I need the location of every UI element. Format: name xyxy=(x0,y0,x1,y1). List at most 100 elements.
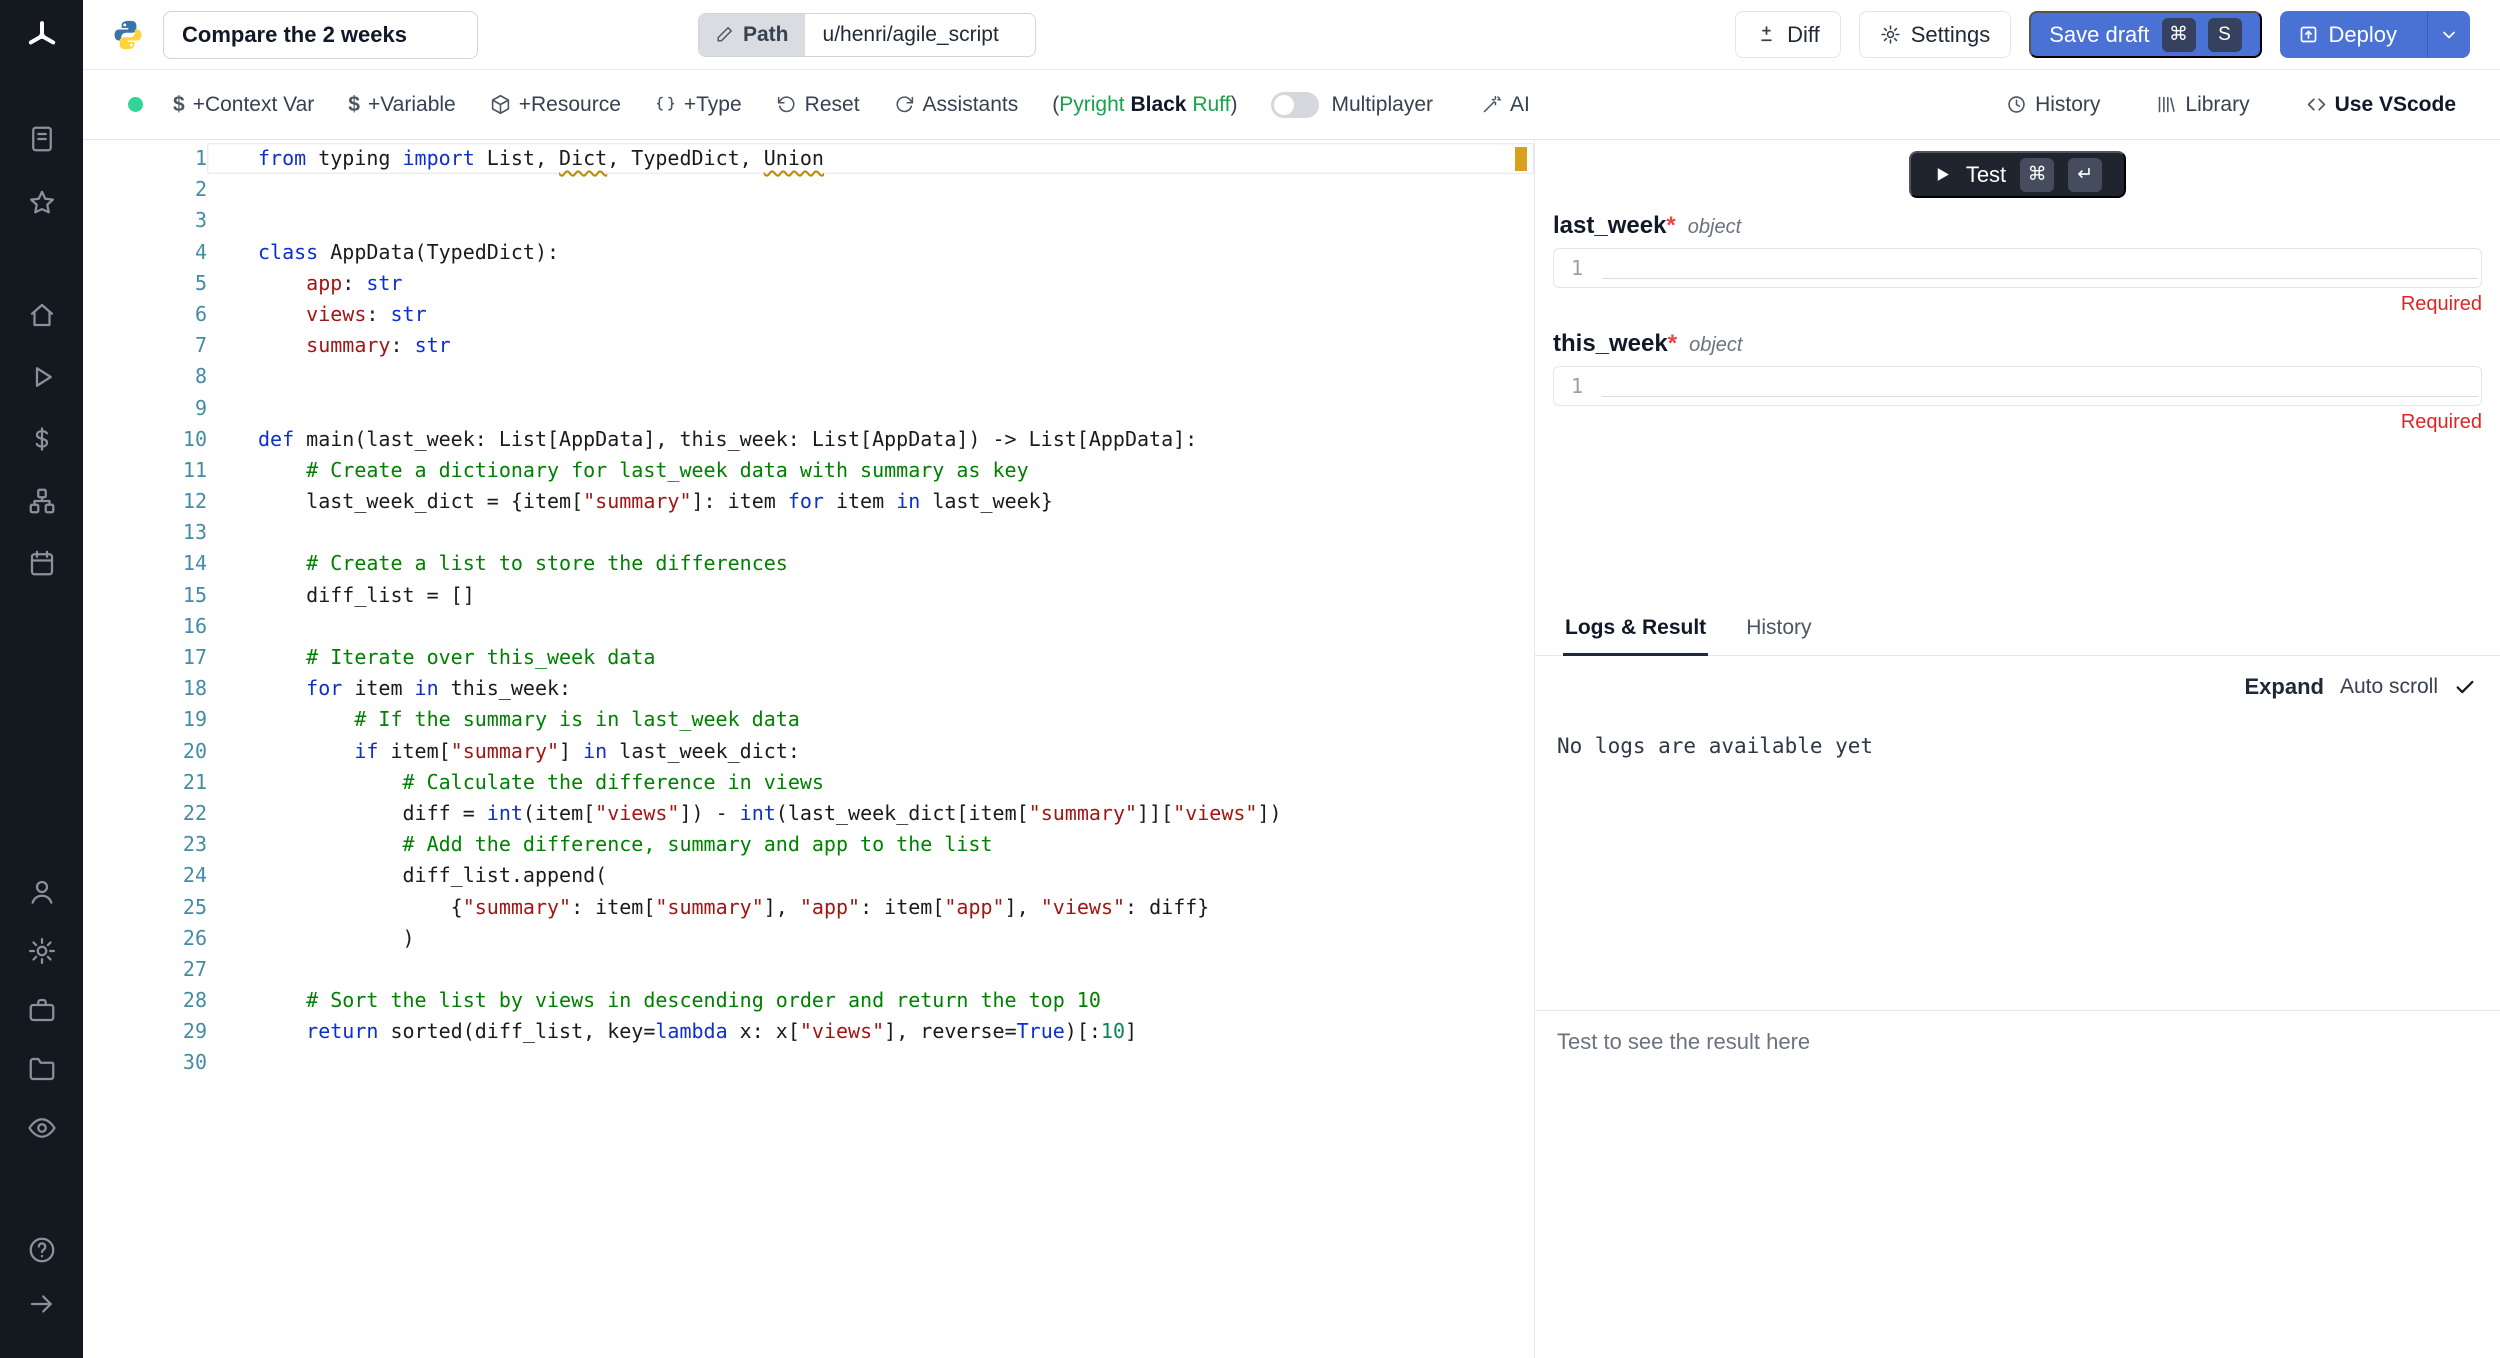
path-label: Path xyxy=(743,23,789,47)
code-line[interactable]: 1from typing import List, Dict, TypedDic… xyxy=(83,143,1534,174)
code-line[interactable]: 29 return sorted(diff_list, key=lambda x… xyxy=(83,1016,1534,1047)
code-line[interactable]: 27 xyxy=(83,954,1534,985)
assistants-button[interactable]: Assistants xyxy=(894,93,1019,117)
code-line[interactable]: 4class AppData(TypedDict): xyxy=(83,237,1534,268)
code-line[interactable]: 14 # Create a list to store the differen… xyxy=(83,548,1534,579)
code-line[interactable]: 13 xyxy=(83,517,1534,548)
expand-button[interactable]: Expand xyxy=(2244,674,2323,700)
code-line[interactable]: 22 diff = int(item["views"]) - int(last_… xyxy=(83,798,1534,829)
deploy-menu-button[interactable] xyxy=(2427,11,2470,58)
diff-label: Diff xyxy=(1787,22,1820,48)
logs-controls: Expand Auto scroll xyxy=(1535,674,2500,700)
save-draft-button[interactable]: Save draft ⌘ S xyxy=(2029,11,2261,58)
add-variable-label: +Variable xyxy=(368,93,456,117)
code-line[interactable]: 20 if item["summary"] in last_week_dict: xyxy=(83,736,1534,767)
add-resource-button[interactable]: +Resource xyxy=(490,93,621,117)
add-variable-button[interactable]: $ +Variable xyxy=(348,93,455,117)
audit-eye-icon[interactable] xyxy=(25,1111,59,1145)
code-editor[interactable]: 1from typing import List, Dict, TypedDic… xyxy=(83,140,1534,1358)
script-title-input[interactable]: Compare the 2 weeks xyxy=(163,11,478,59)
code-line[interactable]: 3 xyxy=(83,205,1534,236)
code-line[interactable]: 17 # Iterate over this_week data xyxy=(83,642,1534,673)
code-line[interactable]: 26 ) xyxy=(83,923,1534,954)
diff-icon xyxy=(1756,24,1777,45)
assistants-label: Assistants xyxy=(923,93,1019,117)
code-line[interactable]: 19 # If the summary is in last_week data xyxy=(83,704,1534,735)
journal-icon[interactable] xyxy=(25,122,59,156)
windmill-logo-icon[interactable] xyxy=(22,16,62,56)
toolbar-right: History Library Use VScode xyxy=(1950,93,2456,117)
code-icon xyxy=(2306,94,2327,115)
code-line[interactable]: 16 xyxy=(83,611,1534,642)
diff-button[interactable]: Diff xyxy=(1735,11,1841,58)
workers-briefcase-icon[interactable] xyxy=(25,993,59,1027)
toggle-knob xyxy=(1274,95,1294,115)
code-line[interactable]: 11 # Create a dictionary for last_week d… xyxy=(83,455,1534,486)
settings-label: Settings xyxy=(1911,22,1991,48)
schedules-calendar-icon[interactable] xyxy=(25,546,59,580)
arg-last-week-input[interactable]: 1 xyxy=(1553,248,2482,288)
line-number: 15 xyxy=(83,580,207,611)
settings-gear-icon[interactable] xyxy=(25,934,59,968)
multiplayer-label[interactable]: Multiplayer xyxy=(1331,93,1433,117)
tab-history[interactable]: History xyxy=(1744,606,1813,655)
line-number: 6 xyxy=(83,299,207,330)
code-line[interactable]: 8 xyxy=(83,361,1534,392)
autoscroll-label[interactable]: Auto scroll xyxy=(2340,675,2438,699)
flows-sitemap-icon[interactable] xyxy=(25,484,59,518)
code-line[interactable]: 6 views: str xyxy=(83,299,1534,330)
code-line-text: # If the summary is in last_week data xyxy=(207,704,1534,735)
code-line[interactable]: 12 last_week_dict = {item["summary"]: it… xyxy=(83,486,1534,517)
variables-dollar-icon[interactable] xyxy=(25,422,59,456)
path-edit-button[interactable]: Path xyxy=(699,14,805,56)
use-vscode-button[interactable]: Use VScode xyxy=(2306,93,2456,117)
add-resource-label: +Resource xyxy=(519,93,621,117)
folders-icon[interactable] xyxy=(25,1052,59,1086)
home-icon[interactable] xyxy=(25,298,59,332)
code-line[interactable]: 18 for item in this_week: xyxy=(83,673,1534,704)
code-line[interactable]: 10def main(last_week: List[AppData], thi… xyxy=(83,424,1534,455)
collapse-arrow-right-icon[interactable] xyxy=(25,1287,59,1321)
code-line[interactable]: 25 {"summary": item["summary"], "app": i… xyxy=(83,892,1534,923)
settings-button[interactable]: Settings xyxy=(1859,11,2012,58)
user-icon[interactable] xyxy=(25,875,59,909)
add-context-var-button[interactable]: $ +Context Var xyxy=(173,93,314,117)
library-button[interactable]: Library xyxy=(2156,93,2249,117)
multiplayer-toggle[interactable] xyxy=(1271,92,1319,118)
code-line[interactable]: 28 # Sort the list by views in descendin… xyxy=(83,985,1534,1016)
ai-button[interactable]: AI xyxy=(1481,93,1530,117)
path-input[interactable]: u/henri/agile_script xyxy=(805,14,1035,56)
line-number: 13 xyxy=(83,517,207,548)
code-line[interactable]: 21 # Calculate the difference in views xyxy=(83,767,1534,798)
script-title-text: Compare the 2 weeks xyxy=(182,22,407,48)
code-line-text: {"summary": item["summary"], "app": item… xyxy=(207,892,1534,923)
args-form: last_week* object 1 Required this_week* … xyxy=(1535,198,2500,434)
line-number: 4 xyxy=(83,237,207,268)
history-button[interactable]: History xyxy=(2006,93,2100,117)
test-button[interactable]: Test ⌘ ↵ xyxy=(1909,151,2126,198)
code-line[interactable]: 2 xyxy=(83,174,1534,205)
required-hint: Required xyxy=(1553,293,2482,316)
code-line[interactable]: 30 xyxy=(83,1047,1534,1078)
add-type-button[interactable]: +Type xyxy=(655,93,742,117)
code-line[interactable]: 5 app: str xyxy=(83,268,1534,299)
line-number: 29 xyxy=(83,1016,207,1047)
code-line[interactable]: 9 xyxy=(83,393,1534,424)
check-icon[interactable] xyxy=(2454,676,2476,698)
deploy-button[interactable]: Deploy xyxy=(2280,11,2415,58)
reset-button[interactable]: Reset xyxy=(776,93,860,117)
overview-ruler[interactable] xyxy=(1508,140,1534,1358)
star-icon[interactable] xyxy=(25,186,59,220)
code-line[interactable]: 23 # Add the difference, summary and app… xyxy=(83,829,1534,860)
code-line[interactable]: 15 diff_list = [] xyxy=(83,580,1534,611)
code-line[interactable]: 24 diff_list.append( xyxy=(83,860,1534,891)
code-line[interactable]: 7 summary: str xyxy=(83,330,1534,361)
code-line-text: app: str xyxy=(207,268,1534,299)
input-underline xyxy=(1602,396,2478,397)
linters-status[interactable]: (Pyright Black Ruff) xyxy=(1052,93,1237,117)
tab-logs-result[interactable]: Logs & Result xyxy=(1563,606,1708,656)
help-icon[interactable] xyxy=(25,1233,59,1267)
arg-this-week-input[interactable]: 1 xyxy=(1553,366,2482,406)
runs-play-icon[interactable] xyxy=(25,360,59,394)
code-line-text: # Iterate over this_week data xyxy=(207,642,1534,673)
